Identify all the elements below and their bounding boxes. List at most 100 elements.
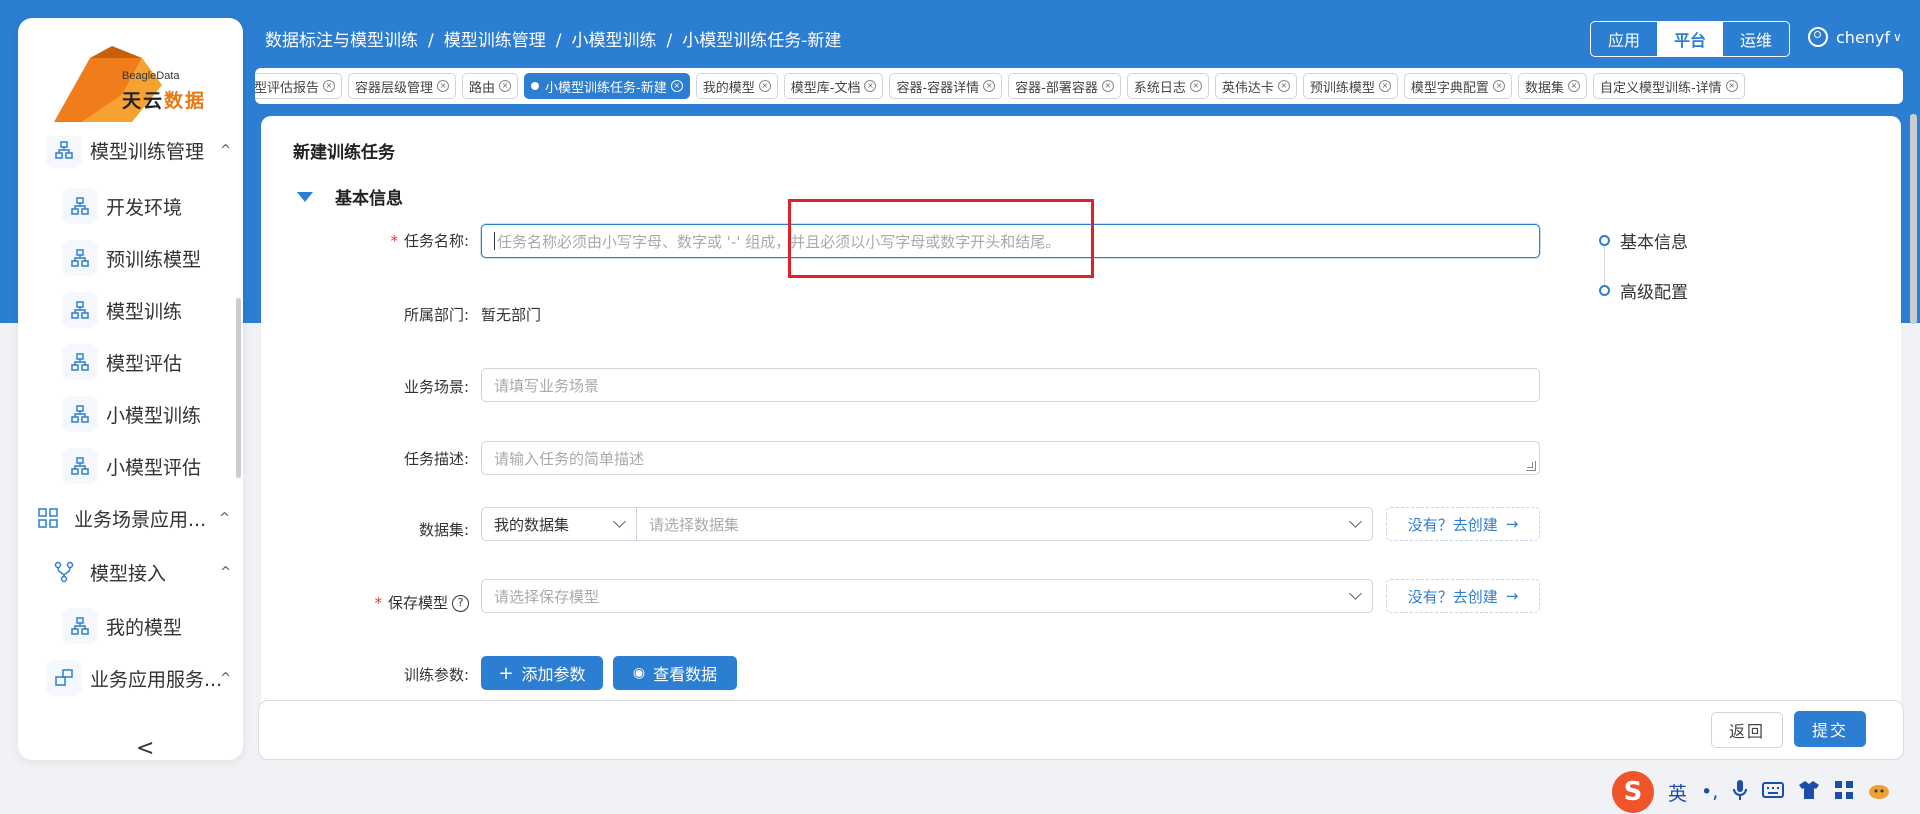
create-dataset-button[interactable]: 没有？去创建 → <box>1386 507 1540 541</box>
create-model-button[interactable]: 没有？去创建 → <box>1386 579 1540 613</box>
desc-textarea[interactable]: 请输入任务的简单描述 <box>481 441 1540 475</box>
breadcrumb-item[interactable]: 模型训练管理 <box>444 31 546 51</box>
sidebar-item-business-service[interactable]: 业务应用服务... ^ <box>46 658 231 698</box>
close-icon[interactable]: × <box>864 80 877 92</box>
breadcrumb-separator: / <box>428 31 434 51</box>
mode-switch: 应用 平台 运维 <box>1590 21 1790 57</box>
sidebar-item-model-access[interactable]: 模型接入 ^ <box>46 552 231 592</box>
view-data-button[interactable]: ◉ 查看数据 <box>613 656 737 690</box>
ime-mode[interactable]: 英 <box>1668 779 1687 806</box>
page-scrollbar[interactable] <box>1910 114 1917 324</box>
tab-model-dict[interactable]: 模型字典配置 × <box>1403 73 1512 99</box>
section-title: 基本信息 <box>335 189 403 209</box>
sidebar-item-pretrained[interactable]: 预训练模型 <box>62 238 201 278</box>
tab-custom-training-detail[interactable]: 自定义模型训练-详情 × <box>1592 73 1745 99</box>
breadcrumb-item[interactable]: 数据标注与模型训练 <box>265 31 418 51</box>
close-icon[interactable]: × <box>1725 80 1738 92</box>
resize-handle-icon[interactable] <box>1526 461 1536 471</box>
task-name-label: * 任务名称: <box>390 232 469 250</box>
tab-container-detail[interactable]: 容器-容器详情 × <box>889 73 1003 99</box>
sidebar-item-my-model[interactable]: 我的模型 <box>62 606 182 646</box>
user-menu[interactable]: chenyf ∨ <box>1808 27 1902 47</box>
microphone-icon[interactable] <box>1732 779 1748 806</box>
chevron-up-icon: ^ <box>220 564 231 580</box>
tab-container-deploy[interactable]: 容器-部署容器 × <box>1008 73 1121 99</box>
ime-punct[interactable]: •, <box>1701 781 1718 803</box>
close-icon[interactable]: × <box>1189 80 1202 92</box>
close-icon[interactable]: × <box>983 80 996 92</box>
sogou-logo-icon[interactable]: S <box>1612 771 1654 813</box>
sidebar-item-model-eval[interactable]: 模型评估 <box>62 342 182 382</box>
sidebar-item-label: 小模型评估 <box>106 456 202 479</box>
save-model-select[interactable]: 请选择保存模型 <box>481 579 1373 613</box>
close-icon[interactable]: × <box>1277 80 1290 92</box>
close-icon[interactable]: × <box>670 80 683 92</box>
close-icon[interactable]: × <box>1567 80 1580 92</box>
help-icon[interactable]: ? <box>452 595 469 612</box>
sidebar-item-model-training-mgmt[interactable]: 模型训练管理 ^ <box>46 136 231 170</box>
sidebar-item-label: 小模型训练 <box>106 404 202 427</box>
submit-button[interactable]: 提交 <box>1794 711 1866 747</box>
hierarchy-icon <box>46 136 82 168</box>
tab-model-lib-doc[interactable]: 模型库-文档 × <box>783 73 884 99</box>
branch-icon <box>46 554 82 590</box>
sidebar-item-label: 预训练模型 <box>106 248 202 271</box>
anchor-advanced[interactable]: 高级配置 <box>1599 278 1688 303</box>
close-icon[interactable]: × <box>1492 80 1505 92</box>
tab-small-training-new[interactable]: 小模型训练任务-新建 × <box>524 73 690 99</box>
anchor-basic-info[interactable]: 基本信息 <box>1599 228 1688 253</box>
mode-platform-button[interactable]: 平台 <box>1657 22 1723 56</box>
blocks-icon <box>46 660 82 696</box>
sidebar-item-dev-env[interactable]: 开发环境 <box>62 186 182 226</box>
department-label: 所属部门: <box>403 306 469 324</box>
footer-bar: 返回 提交 <box>258 700 1904 760</box>
chevron-down-icon <box>1349 587 1362 600</box>
skin-shirt-icon[interactable] <box>1798 780 1820 805</box>
sidebar-item-small-eval[interactable]: 小模型评估 <box>62 446 201 486</box>
sidebar-scrollbar[interactable] <box>236 298 241 478</box>
text-caret <box>494 232 495 250</box>
close-icon[interactable]: × <box>437 80 450 92</box>
section-basic-info-header[interactable]: 基本信息 <box>297 184 403 209</box>
sidebar-item-label: 模型接入 <box>90 562 167 585</box>
breadcrumb-item[interactable]: 小模型训练 <box>571 31 656 51</box>
mode-ops-button[interactable]: 运维 <box>1723 22 1789 56</box>
tab-pretrained-model[interactable]: 预训练模型 × <box>1302 73 1398 99</box>
chevron-down-icon <box>613 515 626 528</box>
close-icon[interactable]: × <box>323 80 336 92</box>
sidebar-item-business-scene[interactable]: 业务场景应用... ^ <box>30 498 230 538</box>
tab-my-model[interactable]: 我的模型 × <box>695 73 778 99</box>
hierarchy-icon <box>62 344 98 380</box>
dataset-label: 数据集: <box>418 521 469 539</box>
close-icon[interactable]: × <box>499 80 512 92</box>
close-icon[interactable]: × <box>1101 80 1114 92</box>
mascot-icon[interactable] <box>1868 780 1890 805</box>
close-icon[interactable]: × <box>758 80 771 92</box>
desc-label: 任务描述: <box>403 450 469 468</box>
scene-input[interactable]: 请填写业务场景 <box>481 368 1540 402</box>
tab-nvidia-card[interactable]: 英伟达卡 × <box>1214 73 1297 99</box>
mode-app-button[interactable]: 应用 <box>1591 22 1657 56</box>
sidebar-item-label: 模型评估 <box>106 352 183 375</box>
tab-eval-report[interactable]: 型评估报告 × <box>255 73 343 99</box>
keyboard-icon[interactable] <box>1762 781 1785 803</box>
eye-icon: ◉ <box>632 665 646 681</box>
tab-system-log[interactable]: 系统日志 × <box>1126 73 1209 99</box>
tab-dataset[interactable]: 数据集 × <box>1517 73 1587 99</box>
tab-route[interactable]: 路由 × <box>462 73 519 99</box>
back-button[interactable]: 返回 <box>1711 712 1783 748</box>
sidebar-item-small-training[interactable]: 小模型训练 <box>62 394 201 434</box>
chevron-down-icon: ∨ <box>1893 30 1902 44</box>
sidebar-item-label: 我的模型 <box>106 616 183 639</box>
add-param-button[interactable]: + 添加参数 <box>481 656 603 690</box>
toolbox-grid-icon[interactable] <box>1834 780 1854 805</box>
sidebar-item-label: 模型训练 <box>106 300 183 323</box>
page-title: 新建训练任务 <box>293 143 395 163</box>
dataset-type-select[interactable]: 我的数据集 <box>481 507 637 541</box>
close-icon[interactable]: × <box>1378 80 1391 92</box>
active-dot-icon <box>531 82 540 90</box>
tab-container-hierarchy[interactable]: 容器层级管理 × <box>348 73 457 99</box>
collapse-sidebar-button[interactable]: < <box>136 736 154 760</box>
dataset-select[interactable]: 请选择数据集 <box>636 507 1373 541</box>
sidebar-item-model-training[interactable]: 模型训练 <box>62 290 182 330</box>
